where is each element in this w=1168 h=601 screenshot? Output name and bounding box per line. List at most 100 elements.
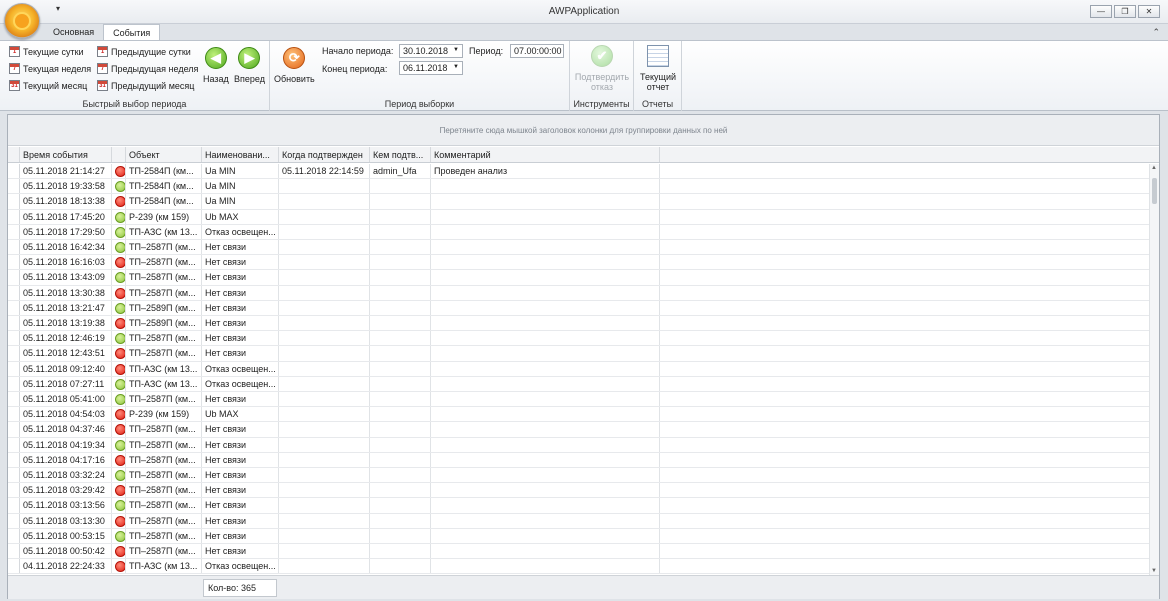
column-header-comment[interactable]: Комментарий (431, 147, 660, 162)
row-indicator[interactable] (8, 452, 20, 467)
table-row[interactable]: 05.11.2018 00:53:15 ТП–2587П (км... Нет св… (8, 528, 1149, 544)
cell-comment (431, 513, 660, 528)
period-duration-field[interactable]: 07.00:00:00 (510, 44, 564, 58)
table-row[interactable]: 05.11.2018 17:45:20 Р-239 (км 159) Ub MAX (8, 209, 1149, 225)
row-indicator[interactable] (8, 528, 20, 543)
table-row[interactable]: 05.11.2018 12:46:19 ТП–2587П (км... Нет св… (8, 331, 1149, 347)
scroll-down-icon[interactable]: ▼ (1151, 568, 1157, 574)
vertical-scrollbar[interactable]: ▲ ▼ (1149, 164, 1159, 575)
chevron-down-icon[interactable]: ▼ (453, 47, 459, 53)
table-row[interactable]: 05.11.2018 18:13:38 ТП-2584П (км... Ua MIN (8, 194, 1149, 210)
row-indicator[interactable] (8, 224, 20, 239)
table-row[interactable]: 05.11.2018 04:54:03 Р-239 (км 159) Ub MAX (8, 407, 1149, 423)
row-indicator[interactable] (8, 483, 20, 498)
close-button[interactable]: ✕ (1138, 5, 1160, 18)
row-indicator[interactable] (8, 194, 20, 209)
tab-main[interactable]: Основная (44, 24, 103, 41)
current-week-button[interactable]: 7 Текущая неделя (9, 63, 91, 74)
scroll-up-icon[interactable]: ▲ (1151, 165, 1157, 171)
row-indicator[interactable] (8, 407, 20, 422)
table-row[interactable]: 05.11.2018 00:50:42 ТП–2587П (км... Нет св… (8, 544, 1149, 560)
row-indicator-header (8, 147, 20, 162)
table-row[interactable]: 05.11.2018 17:29:50 ТП-АЗС (км 13... Отказ… (8, 224, 1149, 240)
refresh-button[interactable]: ⟳ Обновить (274, 47, 315, 84)
tab-events[interactable]: События (103, 24, 161, 41)
previous-week-button[interactable]: 7 Предыдущая неделя (97, 63, 198, 74)
column-header-confirmed-by[interactable]: Кем подтв... (370, 147, 431, 162)
table-row[interactable]: 05.11.2018 03:29:42 ТП–2587П (км... Нет св… (8, 483, 1149, 499)
current-month-button[interactable]: 31 Текущий месяц (9, 80, 87, 91)
table-row[interactable]: 05.11.2018 03:32:24 ТП–2587П (км... Нет св… (8, 468, 1149, 484)
row-indicator[interactable] (8, 240, 20, 255)
column-header-object[interactable]: Объект (126, 147, 202, 162)
row-indicator[interactable] (8, 498, 20, 513)
ribbon-collapse-icon[interactable]: ⌃ (1152, 27, 1160, 38)
end-period-date-field[interactable]: 06.11.2018 ▼ (399, 61, 463, 75)
row-indicator[interactable] (8, 346, 20, 361)
chevron-down-icon[interactable]: ▼ (453, 64, 459, 70)
group-by-drop-area[interactable]: Перетяните сюда мышкой заголовок колонки… (8, 115, 1159, 146)
column-header-event-time[interactable]: Время события (20, 147, 112, 162)
column-header-status[interactable] (112, 147, 126, 162)
row-indicator[interactable] (8, 437, 20, 452)
row-indicator[interactable] (8, 255, 20, 270)
current-day-button[interactable]: 1 Текущие сутки (9, 46, 84, 57)
cell-object: ТП–2587П (км... (126, 498, 202, 513)
grid-header: Время события Объект Наименовани... Когд… (8, 147, 1159, 163)
row-indicator[interactable] (8, 422, 20, 437)
restore-button[interactable]: ❐ (1114, 5, 1136, 18)
cell-confirmed-by (370, 331, 431, 346)
table-row[interactable]: 05.11.2018 03:13:30 ТП–2587П (км... Нет св… (8, 513, 1149, 529)
row-indicator[interactable] (8, 513, 20, 528)
table-row[interactable]: 05.11.2018 13:19:38 ТП–2589П (км... Нет св… (8, 316, 1149, 332)
previous-day-button[interactable]: 1 Предыдущие сутки (97, 46, 191, 57)
table-row[interactable]: 05.11.2018 21:14:27 ТП-2584П (км... Ua MIN… (8, 164, 1149, 180)
row-indicator[interactable] (8, 209, 20, 224)
cell-confirmed-at (279, 468, 370, 483)
row-indicator[interactable] (8, 468, 20, 483)
confirm-failure-button[interactable]: ✔ Подтвердить отказ (575, 45, 629, 92)
table-row[interactable]: 05.11.2018 13:21:47 ТП–2589П (км... Нет св… (8, 300, 1149, 316)
table-row[interactable]: 05.11.2018 05:41:00 ТП–2587П (км... Нет св… (8, 392, 1149, 408)
forward-button[interactable]: ▶ Вперед (234, 47, 265, 84)
row-indicator[interactable] (8, 179, 20, 194)
minimize-button[interactable]: — (1090, 5, 1112, 18)
row-indicator[interactable] (8, 300, 20, 315)
scroll-thumb[interactable] (1152, 178, 1157, 204)
table-row[interactable]: 05.11.2018 09:12:40 ТП-АЗС (км 13... Отказ… (8, 361, 1149, 377)
cell-confirmed-by (370, 361, 431, 376)
table-row[interactable]: 05.11.2018 03:13:56 ТП–2587П (км... Нет св… (8, 498, 1149, 514)
table-row[interactable]: 05.11.2018 16:42:34 ТП–2587П (км... Нет св… (8, 240, 1149, 256)
row-indicator[interactable] (8, 392, 20, 407)
table-row[interactable]: 05.11.2018 04:17:16 ТП–2587П (км... Нет св… (8, 452, 1149, 468)
row-indicator[interactable] (8, 361, 20, 376)
table-row[interactable]: 05.11.2018 19:33:58 ТП-2584П (км... Ua MIN (8, 179, 1149, 195)
row-indicator[interactable] (8, 270, 20, 285)
table-row[interactable]: 05.11.2018 07:27:11 ТП-АЗС (км 13... Отказ… (8, 376, 1149, 392)
row-indicator[interactable] (8, 559, 20, 574)
cell-name: Отказ освещен... (202, 361, 279, 376)
table-row[interactable]: 05.11.2018 13:30:38 ТП–2587П (км... Нет св… (8, 285, 1149, 301)
start-period-date-field[interactable]: 30.10.2018 ▼ (399, 44, 463, 58)
current-report-button[interactable]: Текущий отчет (637, 45, 679, 92)
row-indicator[interactable] (8, 164, 20, 179)
app-menu-orb-icon[interactable] (4, 3, 40, 39)
table-row[interactable]: 04.11.2018 22:24:33 ТП-АЗС (км 13... Отказ… (8, 559, 1149, 575)
row-indicator[interactable] (8, 331, 20, 346)
back-button[interactable]: ◀ Назад (203, 47, 229, 84)
row-indicator[interactable] (8, 376, 20, 391)
table-row[interactable]: 05.11.2018 13:43:09 ТП–2587П (км... Нет св… (8, 270, 1149, 286)
previous-month-button[interactable]: 31 Предыдущий месяц (97, 80, 194, 91)
row-indicator[interactable] (8, 316, 20, 331)
end-period-value: 06.11.2018 (403, 63, 448, 73)
table-row[interactable]: 05.11.2018 04:19:34 ТП–2587П (км... Нет св… (8, 437, 1149, 453)
row-indicator[interactable] (8, 285, 20, 300)
column-header-name[interactable]: Наименовани... (202, 147, 279, 162)
row-indicator[interactable] (8, 544, 20, 559)
table-row[interactable]: 05.11.2018 04:37:46 ТП–2587П (км... Нет св… (8, 422, 1149, 438)
table-row[interactable]: 05.11.2018 16:16:03 ТП–2587П (км... Нет св… (8, 255, 1149, 271)
period-label: Период: (469, 46, 504, 56)
column-header-confirmed-at[interactable]: Когда подтвержден (279, 147, 370, 162)
cell-status (112, 376, 126, 391)
table-row[interactable]: 05.11.2018 12:43:51 ТП–2587П (км... Нет св… (8, 346, 1149, 362)
